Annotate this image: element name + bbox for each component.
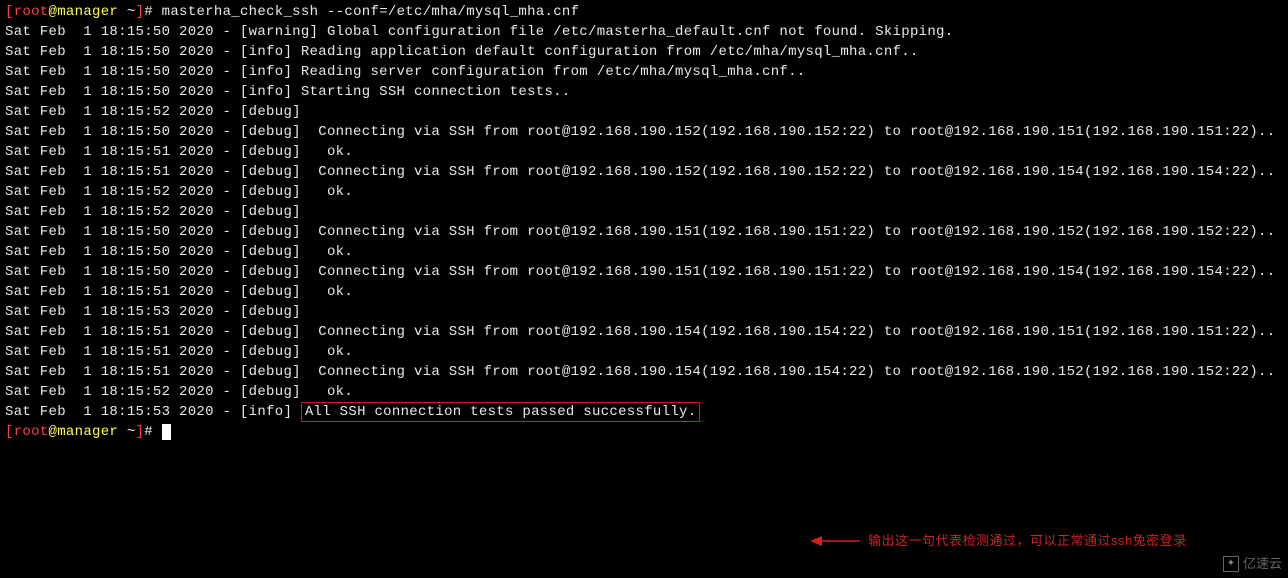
output-line: Sat Feb 1 18:15:51 2020 - [debug] ok. <box>5 282 1283 302</box>
annotation-callout: 输出这一句代表检测通过，可以正常通过ssh免密登录 <box>810 531 1288 551</box>
output-line: Sat Feb 1 18:15:52 2020 - [debug] ok. <box>5 182 1283 202</box>
prompt-at: @ <box>49 424 58 440</box>
output-line: Sat Feb 1 18:15:50 2020 - [debug] Connec… <box>5 122 1283 142</box>
output-line-success: Sat Feb 1 18:15:53 2020 - [info] All SSH… <box>5 402 1283 422</box>
prompt-path: ~ <box>118 424 135 440</box>
prompt-user: root <box>14 4 49 20</box>
output-line: Sat Feb 1 18:15:51 2020 - [debug] ok. <box>5 142 1283 162</box>
output-line: Sat Feb 1 18:15:50 2020 - [info] Reading… <box>5 62 1283 82</box>
watermark-logo-icon: ✦ <box>1223 556 1239 572</box>
output-line: Sat Feb 1 18:15:52 2020 - [debug] ok. <box>5 382 1283 402</box>
prompt-host: manager <box>57 424 118 440</box>
output-line: Sat Feb 1 18:15:50 2020 - [debug] Connec… <box>5 222 1283 242</box>
prompt-hash: # <box>144 4 161 20</box>
prompt-user: root <box>14 424 49 440</box>
output-line: Sat Feb 1 18:15:50 2020 - [info] Reading… <box>5 42 1283 62</box>
prompt-bracket: [ <box>5 4 14 20</box>
cursor <box>162 424 171 440</box>
shell-prompt[interactable]: [root@manager ~]# <box>5 422 1283 442</box>
prompt-bracket: ] <box>136 4 145 20</box>
output-line: Sat Feb 1 18:15:53 2020 - [debug] <box>5 302 1283 322</box>
watermark-text: 亿速云 <box>1243 554 1282 574</box>
prompt-host: manager <box>57 4 118 20</box>
prompt-path: ~ <box>118 4 135 20</box>
output-line: Sat Feb 1 18:15:51 2020 - [debug] Connec… <box>5 322 1283 342</box>
output-line: Sat Feb 1 18:15:50 2020 - [info] Startin… <box>5 82 1283 102</box>
prompt-bracket: [ <box>5 424 14 440</box>
output-line: Sat Feb 1 18:15:51 2020 - [debug] Connec… <box>5 162 1283 182</box>
prompt-bracket: ] <box>136 424 145 440</box>
output-line: Sat Feb 1 18:15:52 2020 - [debug] <box>5 202 1283 222</box>
output-line: Sat Feb 1 18:15:50 2020 - [warning] Glob… <box>5 22 1283 42</box>
arrow-left-icon <box>810 534 860 548</box>
shell-prompt[interactable]: [root@manager ~]# masterha_check_ssh --c… <box>5 2 1283 22</box>
output-line: Sat Feb 1 18:15:52 2020 - [debug] <box>5 102 1283 122</box>
output-prefix: Sat Feb 1 18:15:53 2020 - [info] <box>5 404 301 420</box>
output-line: Sat Feb 1 18:15:50 2020 - [debug] ok. <box>5 242 1283 262</box>
output-line: Sat Feb 1 18:15:51 2020 - [debug] Connec… <box>5 362 1283 382</box>
command-text: masterha_check_ssh --conf=/etc/mha/mysql… <box>162 4 580 20</box>
prompt-at: @ <box>49 4 58 20</box>
annotation-text: 输出这一句代表检测通过，可以正常通过ssh免密登录 <box>868 531 1187 551</box>
success-highlight-box: All SSH connection tests passed successf… <box>301 402 701 422</box>
watermark: ✦ 亿速云 <box>1223 554 1282 574</box>
output-line: Sat Feb 1 18:15:50 2020 - [debug] Connec… <box>5 262 1283 282</box>
prompt-hash: # <box>144 424 161 440</box>
terminal-output[interactable]: [root@manager ~]# masterha_check_ssh --c… <box>5 2 1283 442</box>
output-line: Sat Feb 1 18:15:51 2020 - [debug] ok. <box>5 342 1283 362</box>
